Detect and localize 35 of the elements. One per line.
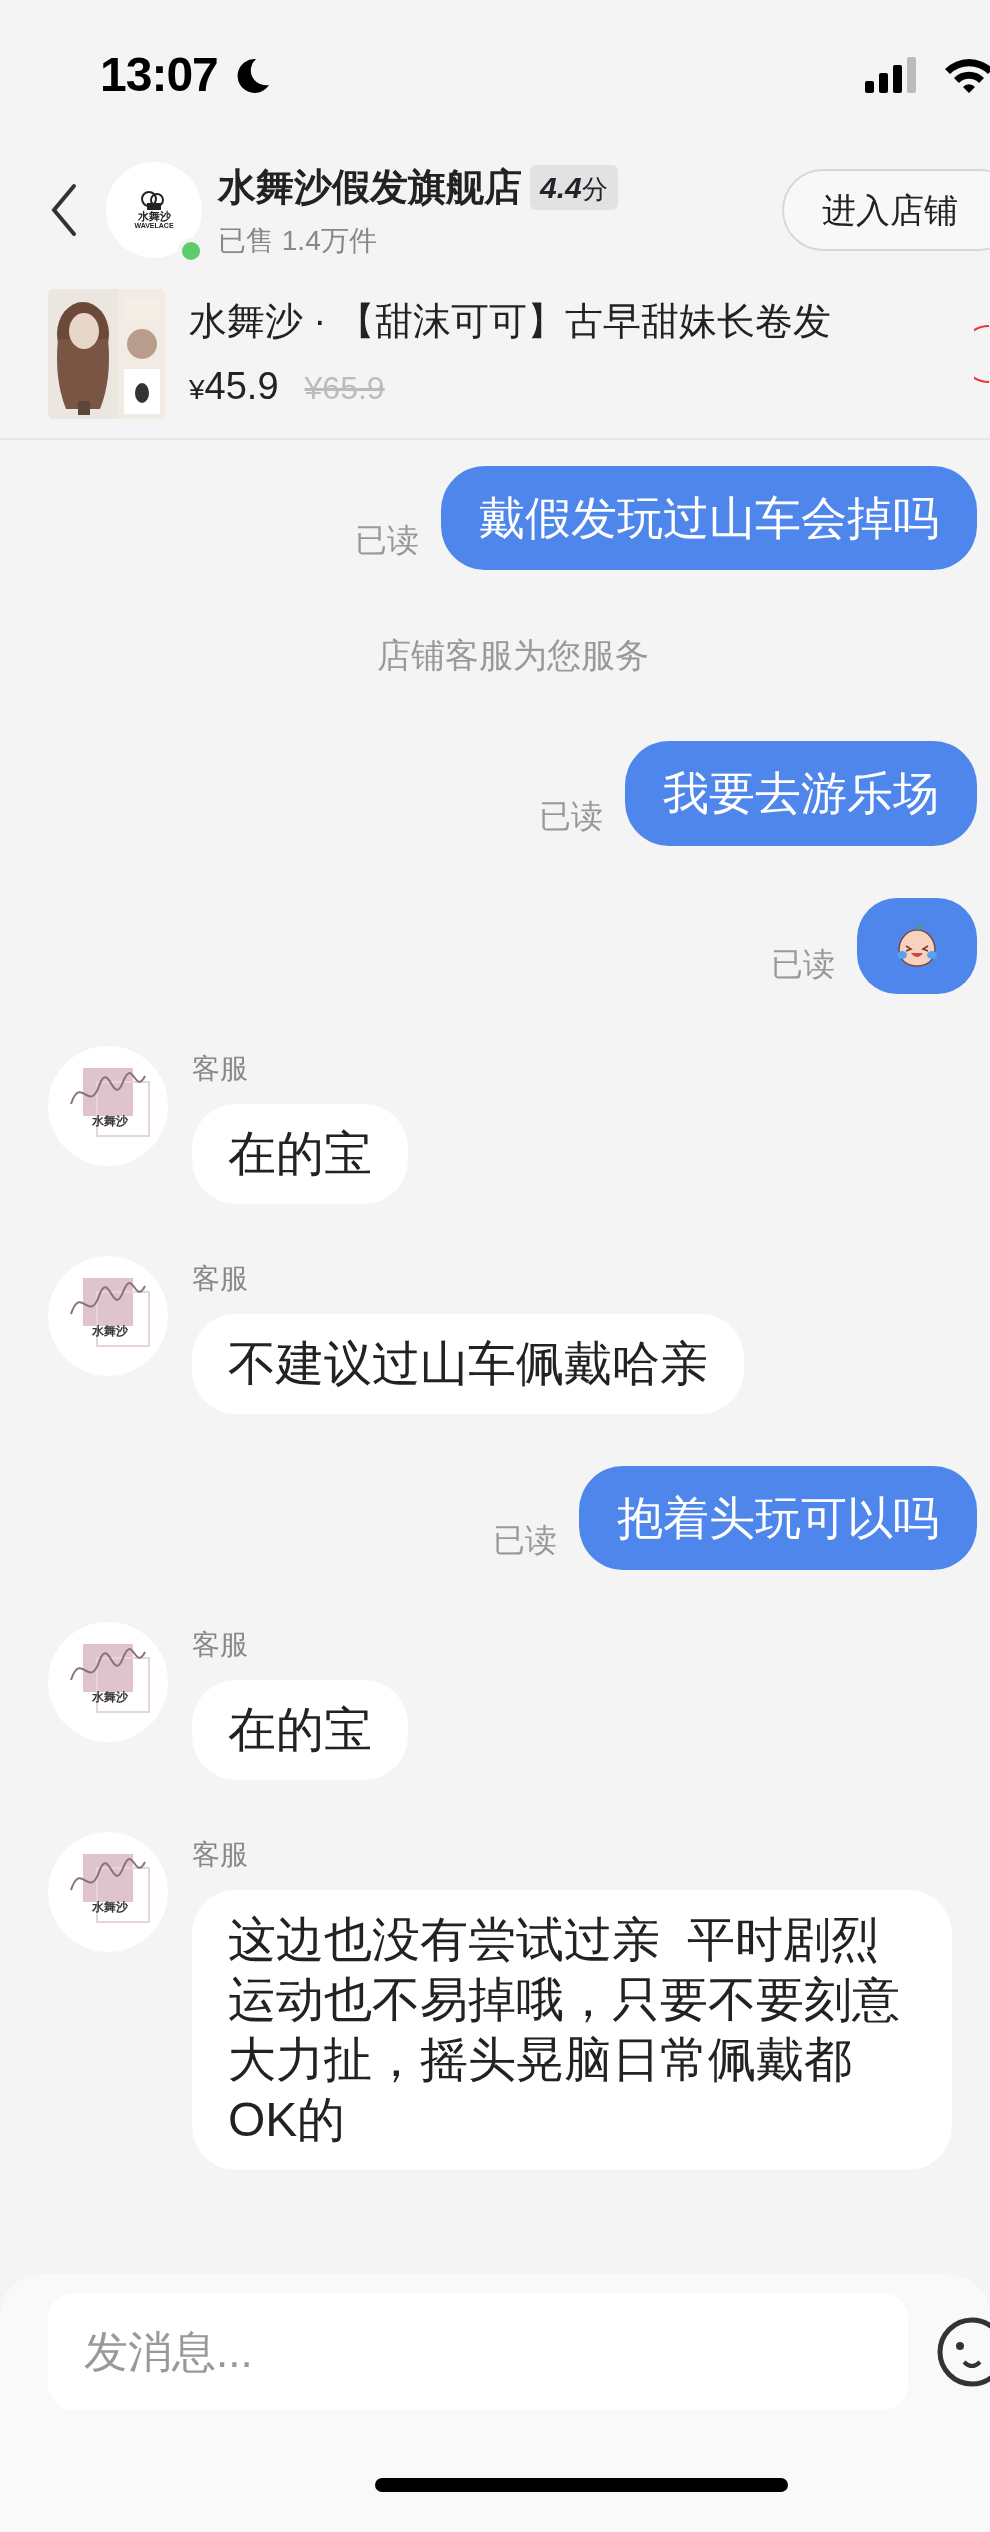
sender-name: 客服 <box>192 1628 248 1663</box>
read-receipt: 已读 <box>493 1521 557 1561</box>
store-name: 水舞沙假发旗舰店 <box>218 164 522 210</box>
sold-count: 已售 1.4万件 <box>218 223 378 258</box>
back-icon <box>50 183 78 237</box>
read-receipt: 已读 <box>539 796 603 836</box>
enter-store-button[interactable]: 进入店铺 <box>782 169 990 251</box>
system-notice: 店铺客服为您服务 <box>375 635 650 677</box>
read-receipt: 已读 <box>771 944 835 984</box>
sender-name: 客服 <box>192 1261 248 1296</box>
message-bubble: 抱着头玩可以吗 <box>579 1465 977 1571</box>
message-bubble: 戴假发玩过山车会掉吗 <box>441 466 977 571</box>
product-price: ¥45.9 <box>189 364 279 409</box>
sender-name: 客服 <box>192 1838 248 1873</box>
store-rating: 4.4分 <box>530 164 618 210</box>
sender-name: 客服 <box>192 1051 248 1086</box>
message-bubble: 在的宝 <box>192 1103 408 1204</box>
avatar-text: 水舞沙 <box>92 1689 128 1707</box>
back-button[interactable] <box>50 183 78 237</box>
message-bubble: 我要去游乐场 <box>625 741 977 846</box>
logo-text: 水舞沙 <box>137 211 171 222</box>
crying-laughing-emoji-icon <box>894 923 940 968</box>
message-input[interactable]: 发消息... <box>48 2293 908 2410</box>
read-receipt: 已读 <box>355 521 419 561</box>
status-time: 13:07 <box>100 47 218 103</box>
signal-icon <box>865 57 919 93</box>
message-bubble: 不建议过山车佩戴哈亲 <box>192 1313 744 1414</box>
product-title: 水舞沙 · 【甜沫可可】古早甜妹长卷发 <box>189 299 831 344</box>
wifi-icon <box>943 56 990 94</box>
avatar-text: 水舞沙 <box>92 1112 128 1130</box>
avatar-text: 水舞沙 <box>92 1899 128 1917</box>
message-bubble: 这边也没有尝试过亲 平时剧烈运动也不易掉哦，只要不要刻意大力扯，摇头晃脑日常佩戴都OK的 <box>192 1890 952 2171</box>
original-price: ¥65.9 <box>304 369 385 408</box>
avatar-text: 水舞沙 <box>92 1322 128 1340</box>
message-bubble: 在的宝 <box>192 1680 408 1781</box>
